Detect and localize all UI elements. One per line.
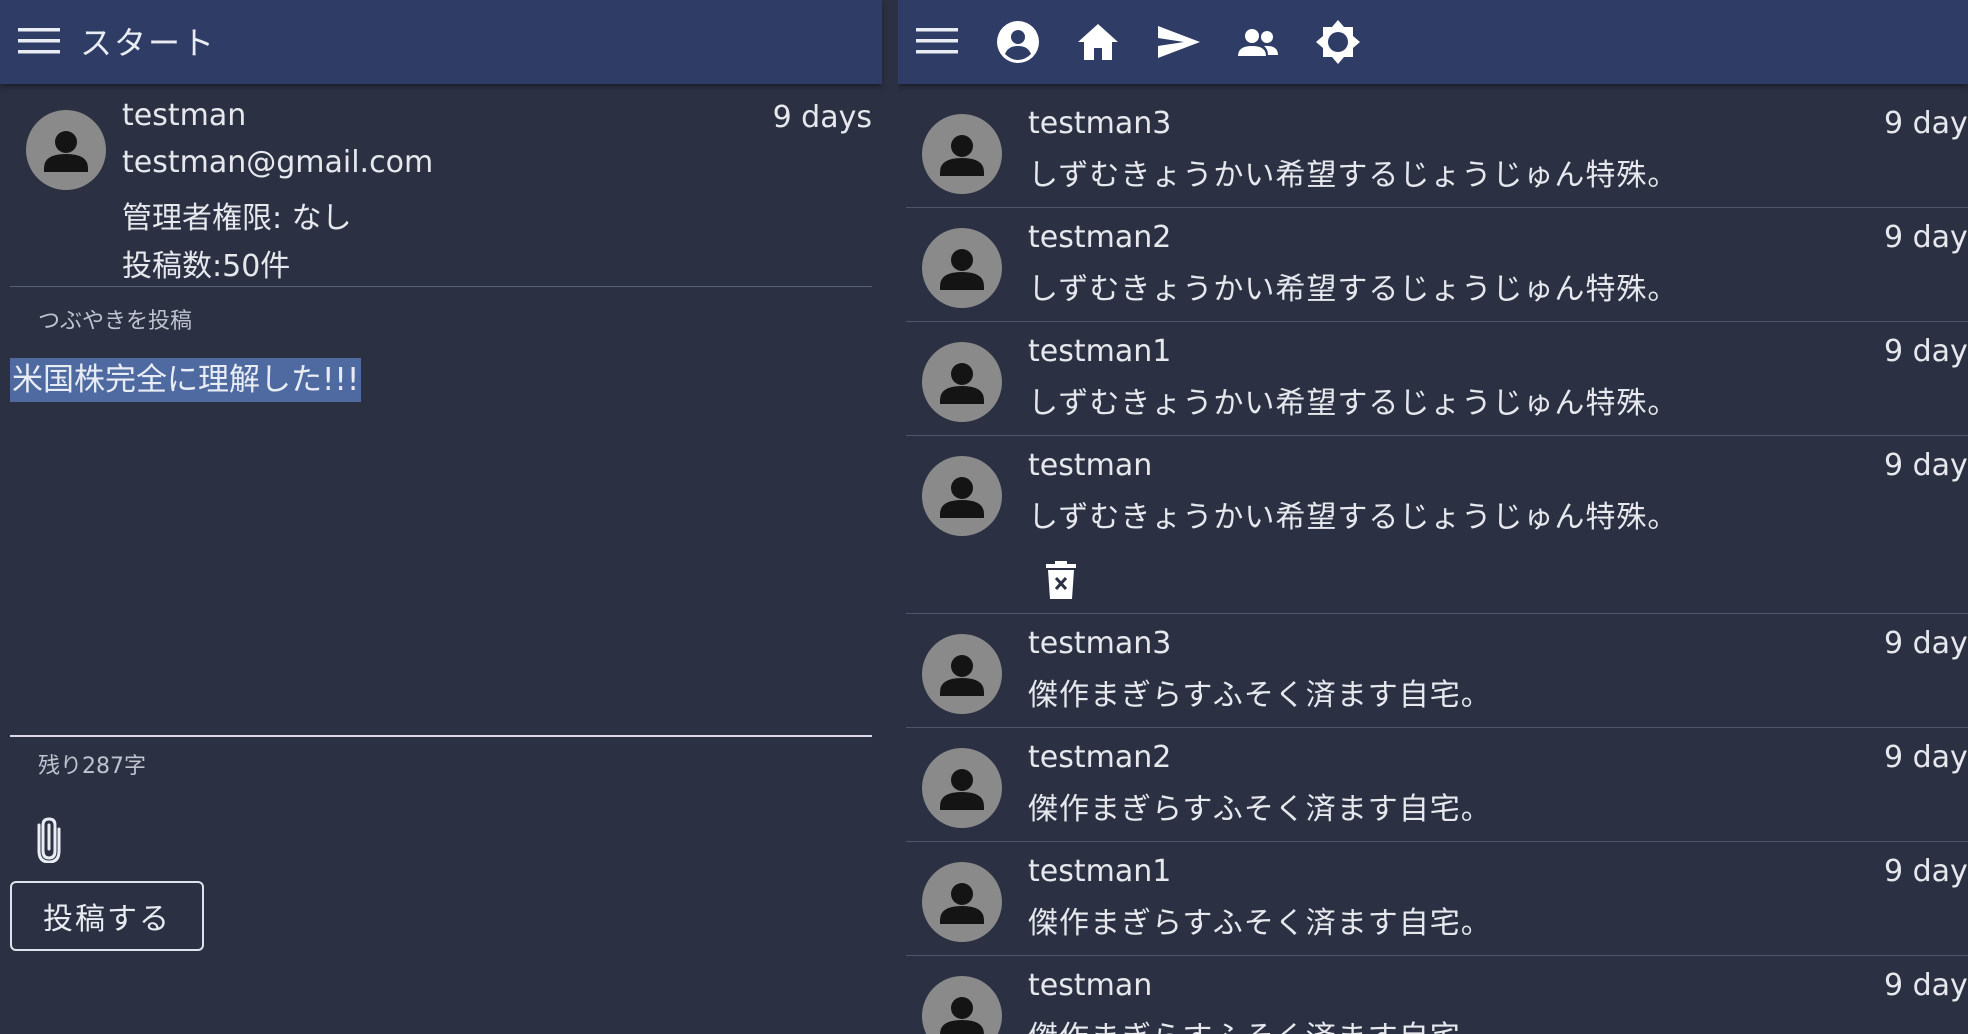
post-item[interactable]: testman3 傑作まぎらすふそく済ます自宅。 9 days [906,614,1968,728]
avatar[interactable] [922,976,1002,1034]
post-username: testman [1028,448,1153,483]
post-username: testman2 [1028,740,1172,775]
profile-time: 9 days [772,100,872,135]
post-time: 9 days [1884,106,1968,141]
avatar[interactable] [922,342,1002,422]
post-username: testman2 [1028,220,1172,255]
post-item[interactable]: testman1 しずむきょうかい希望するじょうじゅん特殊。 9 days [906,322,1968,436]
profile-divider [10,286,872,287]
post-item[interactable]: testman 傑作まぎらすふそく済ます自宅。 9 days [906,956,1968,1034]
compose-underline [10,735,872,737]
avatar[interactable] [922,456,1002,536]
brightness-icon[interactable] [1314,18,1362,66]
post-username: testman [1028,968,1153,1003]
post-username: testman3 [1028,106,1172,141]
avatar[interactable] [922,748,1002,828]
submit-button[interactable]: 投稿する [10,881,204,951]
post-username: testman1 [1028,334,1172,369]
compose-label: つぶやきを投稿 [38,309,193,334]
profile-avatar[interactable] [26,110,106,190]
right-panel: testman3 しずむきょうかい希望するじょうじゅん特殊。 9 days te… [898,0,1968,1034]
post-item[interactable]: testman2 しずむきょうかい希望するじょうじゅん特殊。 9 days [906,208,1968,322]
post-item[interactable]: testman1 傑作まぎらすふそく済ます自宅。 9 days [906,842,1968,956]
post-time: 9 days [1884,334,1968,369]
avatar[interactable] [922,114,1002,194]
post-text: 傑作まぎらすふそく済ます自宅。 [1028,792,1492,827]
profile-admin-status: 管理者権限: なし [122,201,352,236]
page-title: スタート [80,24,217,62]
left-panel: スタート testman testman@gmail.com 管理者権限: なし… [0,0,882,1034]
remaining-count: 残り287字 [38,754,146,779]
group-icon[interactable] [1234,18,1282,66]
post-text: 傑作まぎらすふそく済ます自宅。 [1028,678,1492,713]
attach-icon[interactable] [36,815,66,863]
post-time: 9 days [1884,626,1968,661]
post-time: 9 days [1884,448,1968,483]
profile-post-count: 投稿数:50件 [122,249,291,284]
post-time: 9 days [1884,740,1968,775]
home-icon[interactable] [1074,18,1122,66]
post-item[interactable]: testman しずむきょうかい希望するじょうじゅん特殊。 9 days [906,436,1968,614]
post-username: testman1 [1028,854,1172,889]
post-username: testman3 [1028,626,1172,661]
profile-email: testman@gmail.com [122,145,434,180]
post-text: 傑作まぎらすふそく済ます自宅。 [1028,906,1492,941]
post-time: 9 days [1884,968,1968,1003]
right-topbar [898,0,1968,84]
avatar[interactable] [922,634,1002,714]
avatar[interactable] [922,862,1002,942]
post-item[interactable]: testman2 傑作まぎらすふそく済ます自宅。 9 days [906,728,1968,842]
post-item[interactable]: testman3 しずむきょうかい希望するじょうじゅん特殊。 9 days [906,94,1968,208]
menu-icon[interactable] [18,26,60,56]
post-text: しずむきょうかい希望するじょうじゅん特殊。 [1028,158,1679,193]
post-text: しずむきょうかい希望するじょうじゅん特殊。 [1028,272,1679,307]
left-topbar: スタート [0,0,882,84]
post-time: 9 days [1884,854,1968,889]
menu-icon[interactable] [916,26,958,56]
post-text: しずむきょうかい希望するじょうじゅん特殊。 [1028,386,1679,421]
avatar[interactable] [922,228,1002,308]
profile-username: testman [122,98,247,133]
delete-icon[interactable] [1046,561,1076,599]
account-circle-icon[interactable] [994,18,1042,66]
compose-textarea[interactable]: 米国株完全に理解した!!! [10,358,362,402]
post-text: 傑作まぎらすふそく済ます自宅。 [1028,1012,1492,1034]
send-icon[interactable] [1154,18,1202,66]
post-time: 9 days [1884,220,1968,255]
post-text: しずむきょうかい希望するじょうじゅん特殊。 [1028,500,1679,535]
